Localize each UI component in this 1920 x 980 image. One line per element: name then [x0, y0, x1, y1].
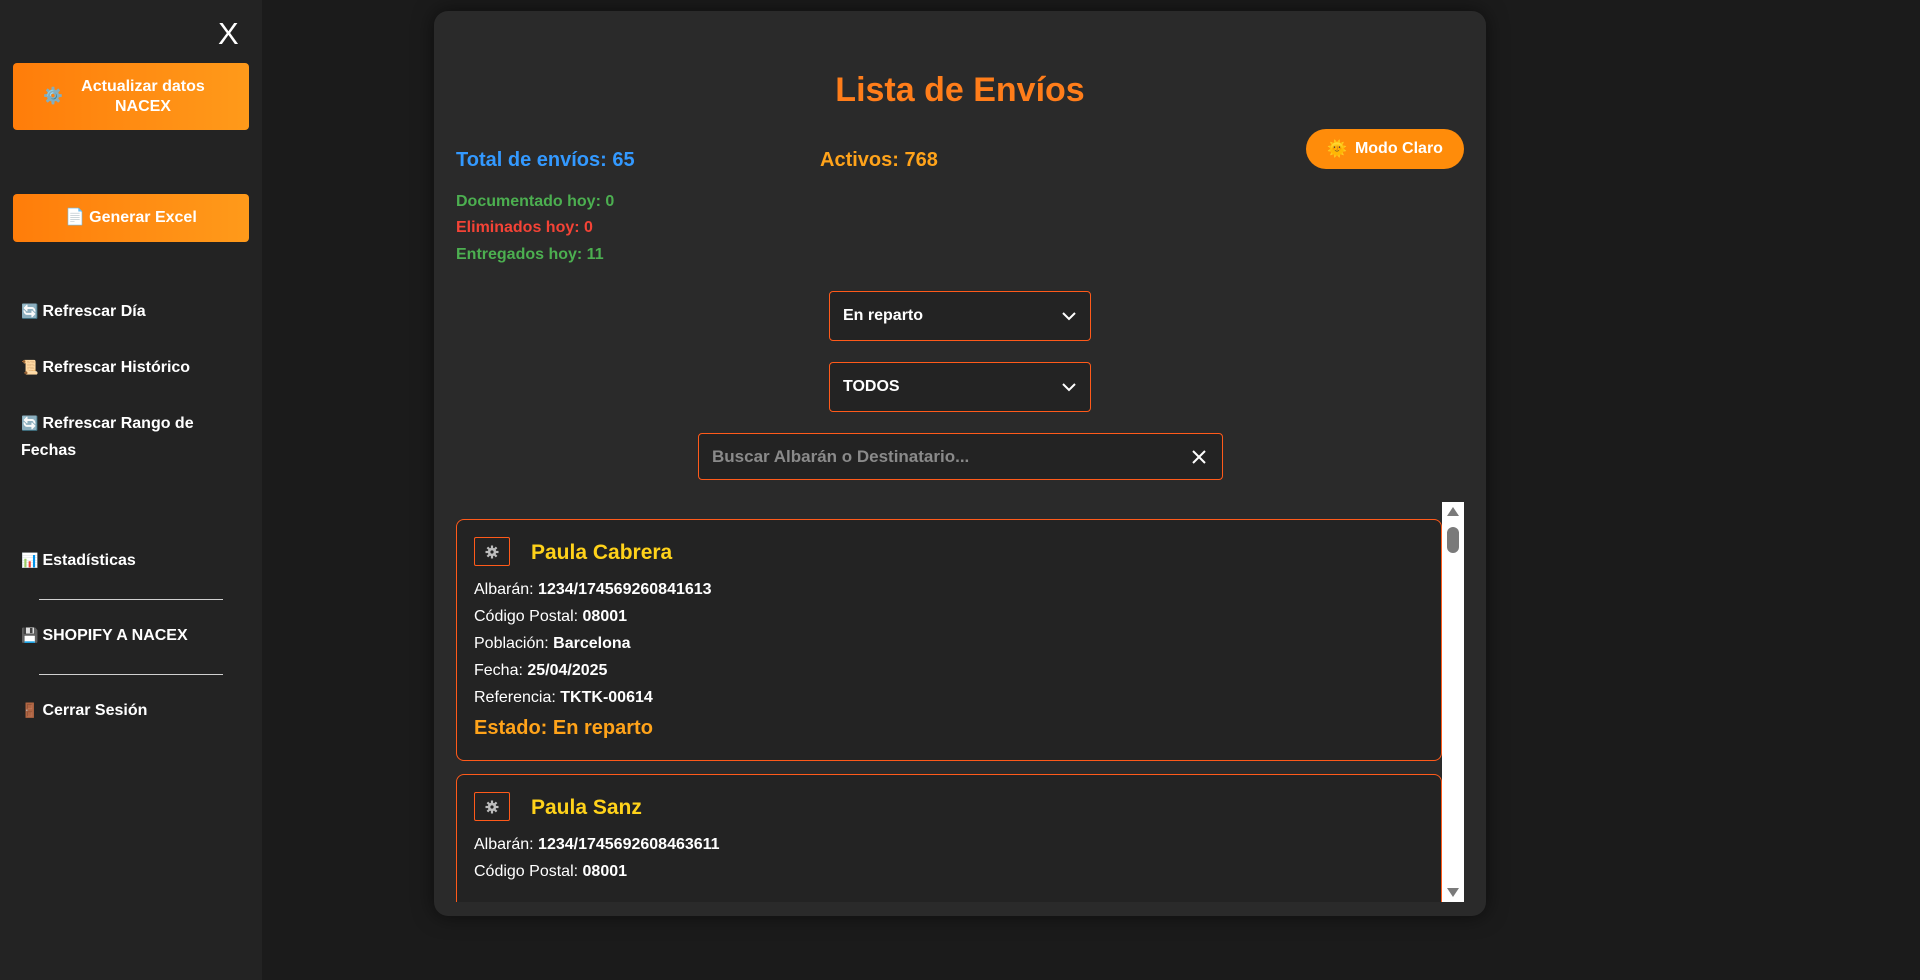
scroll-icon: 📜: [21, 359, 39, 375]
sidebar-item-label: Refrescar Rango de Fechas: [21, 415, 194, 459]
search-box: [698, 433, 1223, 480]
delivered-today: Entregados hoy: 11: [456, 246, 604, 263]
date-value: 25/04/2025: [527, 662, 608, 679]
floppy-disk-icon: 💾: [21, 627, 39, 643]
door-icon: 🚪: [21, 702, 39, 718]
deleted-today: Eliminados hoy: 0: [456, 219, 593, 236]
city-label: Población:: [474, 635, 549, 652]
city-value: Barcelona: [553, 635, 631, 652]
settings-button[interactable]: [474, 792, 510, 821]
list-scrollbar[interactable]: [1442, 502, 1464, 902]
reference-field: Referencia: TKTK-00614: [474, 689, 653, 707]
light-mode-button[interactable]: 🌞 Modo Claro: [1306, 129, 1464, 169]
city-field: Población: Barcelona: [474, 635, 631, 653]
close-icon[interactable]: [1190, 448, 1208, 466]
scroll-up-icon[interactable]: [1446, 505, 1460, 517]
scroll-down-icon[interactable]: [1446, 887, 1460, 899]
albaran-field: Albarán: 1234/174569260841613: [474, 581, 712, 599]
recipient-name: Paula Cabrera: [531, 541, 673, 564]
search-input[interactable]: [699, 434, 1159, 479]
refresh-icon: 🔄: [21, 415, 39, 431]
postal-code-value: 08001: [582, 863, 628, 880]
date-field: Fecha: 25/04/2025: [474, 662, 607, 680]
gear-icon: [485, 800, 499, 813]
shipment-card: Paula Sanz Albarán: 1234/174569260846361…: [456, 774, 1442, 902]
recipient-name: Paula Sanz: [531, 796, 642, 819]
gear-icon: [485, 545, 499, 558]
close-icon[interactable]: X: [218, 16, 239, 52]
gear-icon: ⚙️: [43, 87, 63, 105]
generate-excel-button[interactable]: 📄 Generar Excel: [13, 194, 249, 242]
sidebar-item-label: Refrescar Histórico: [42, 359, 191, 376]
sidebar-item-label: Refrescar Día: [42, 303, 146, 320]
postal-code-field: Código Postal: 08001: [474, 608, 627, 626]
sidebar-divider: [39, 674, 223, 675]
documented-today: Documentado hoy: 0: [456, 193, 615, 210]
date-label: Fecha:: [474, 662, 523, 679]
refresh-icon: 🔄: [21, 303, 39, 319]
generate-excel-label: Generar Excel: [89, 209, 197, 226]
sidebar-item-label: Cerrar Sesión: [42, 702, 148, 719]
postal-code-label: Código Postal:: [474, 863, 579, 880]
sidebar-item-shopify-nacex[interactable]: 💾 SHOPIFY A NACEX: [21, 622, 241, 649]
status-badge: Estado: En reparto: [474, 717, 653, 739]
main-panel: Lista de Envíos Total de envíos: 65 Acti…: [434, 11, 1486, 916]
sidebar-item-label: SHOPIFY A NACEX: [42, 627, 188, 644]
albaran-field: Albarán: 1234/1745692608463611: [474, 836, 720, 854]
document-icon: 📄: [65, 209, 86, 226]
total-shipments: Total de envíos: 65: [456, 149, 635, 171]
status-select[interactable]: En reparto: [829, 291, 1091, 341]
sidebar-divider: [39, 599, 223, 600]
albaran-label: Albarán:: [474, 836, 534, 853]
bar-chart-icon: 📊: [21, 552, 39, 568]
albaran-value: 1234/174569260841613: [538, 581, 712, 598]
update-nacex-button[interactable]: ⚙️ Actualizar datos NACEX: [13, 63, 249, 130]
type-select[interactable]: TODOS: [829, 362, 1091, 412]
shipment-list-content: Paula Cabrera Albarán: 1234/174569260841…: [456, 502, 1442, 902]
page-title: Lista de Envíos: [835, 71, 1085, 109]
shipment-list: Paula Cabrera Albarán: 1234/174569260841…: [456, 502, 1464, 902]
sidebar: X ⚙️ Actualizar datos NACEX 📄 Generar Ex…: [0, 0, 262, 980]
scrollbar-thumb[interactable]: [1447, 527, 1459, 553]
reference-label: Referencia:: [474, 689, 556, 706]
chevron-down-icon: [1062, 312, 1076, 321]
shipment-card: Paula Cabrera Albarán: 1234/174569260841…: [456, 519, 1442, 761]
update-nacex-label: Actualizar datos NACEX: [81, 77, 205, 115]
sidebar-item-refrescar-dia[interactable]: 🔄 Refrescar Día: [21, 298, 241, 325]
reference-value: TKTK-00614: [560, 689, 653, 706]
postal-code-field: Código Postal: 08001: [474, 863, 627, 881]
sidebar-item-refrescar-rango[interactable]: 🔄 Refrescar Rango de Fechas: [21, 410, 241, 464]
sun-icon: 🌞: [1327, 141, 1347, 158]
postal-code-value: 08001: [582, 608, 628, 625]
settings-button[interactable]: [474, 537, 510, 566]
postal-code-label: Código Postal:: [474, 608, 579, 625]
chevron-down-icon: [1062, 383, 1076, 392]
light-mode-label: Modo Claro: [1354, 140, 1443, 157]
status-select-value: En reparto: [843, 307, 924, 324]
sidebar-item-cerrar-sesion[interactable]: 🚪 Cerrar Sesión: [21, 697, 241, 724]
sidebar-item-label: Estadísticas: [42, 552, 136, 569]
albaran-value: 1234/1745692608463611: [538, 836, 720, 853]
type-select-value: TODOS: [843, 378, 900, 395]
sidebar-item-refrescar-historico[interactable]: 📜 Refrescar Histórico: [21, 354, 241, 381]
sidebar-item-estadisticas[interactable]: 📊 Estadísticas: [21, 547, 241, 574]
active-shipments: Activos: 768: [820, 149, 938, 171]
albaran-label: Albarán:: [474, 581, 534, 598]
